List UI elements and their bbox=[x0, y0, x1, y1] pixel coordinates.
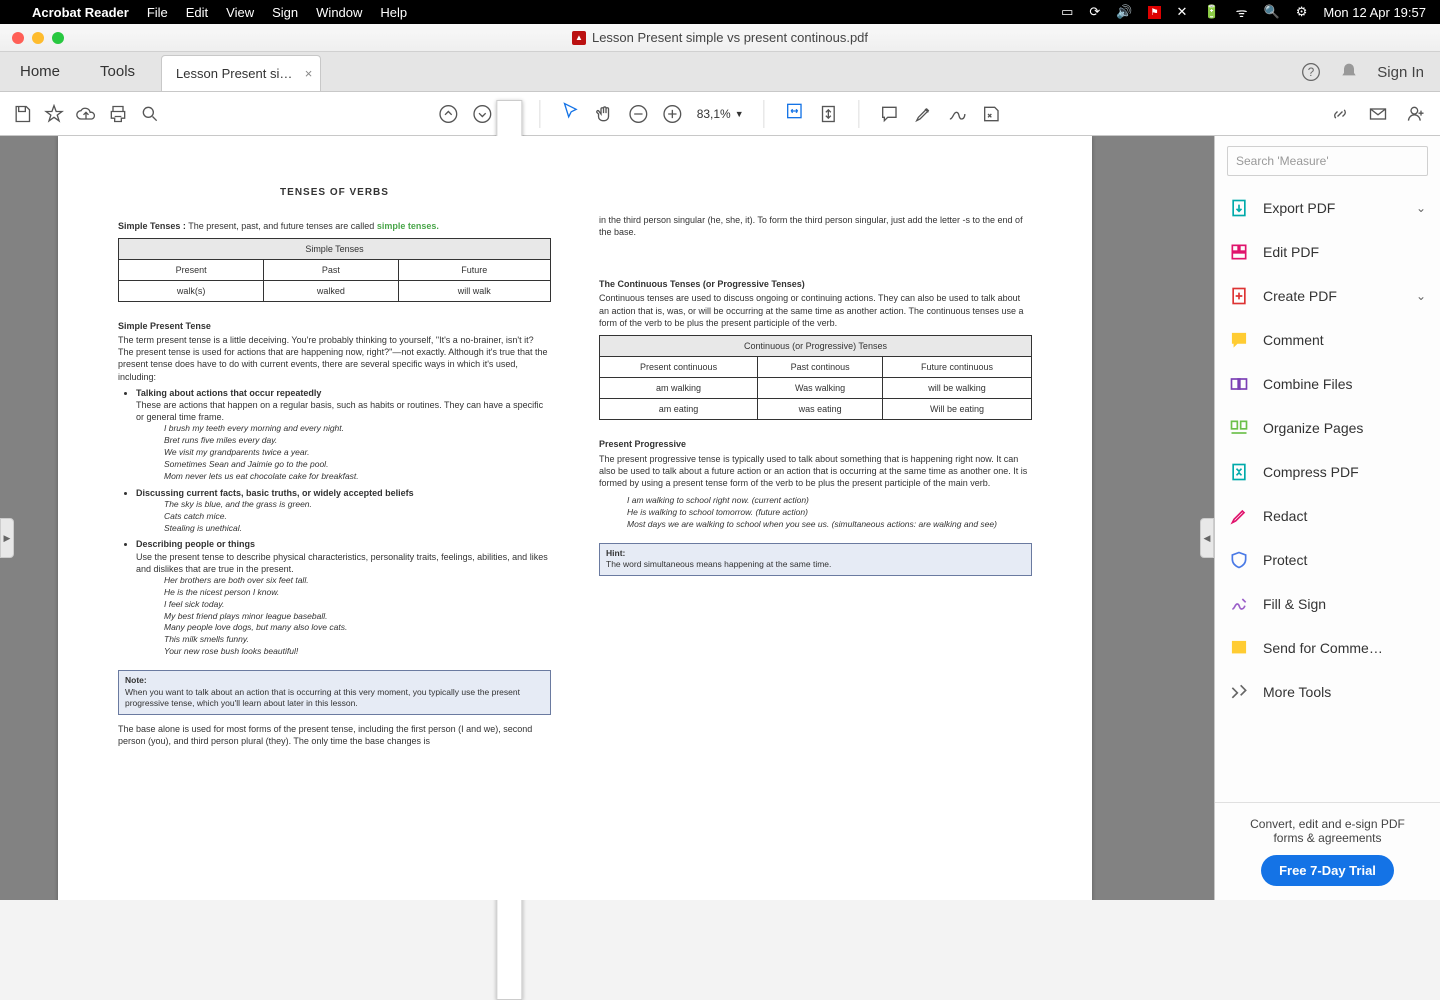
toolbar-separator bbox=[540, 100, 541, 128]
zoom-in-icon[interactable] bbox=[663, 104, 683, 124]
chevron-down-icon: ▼ bbox=[735, 109, 744, 119]
tool-compress-pdf[interactable]: Compress PDF bbox=[1215, 450, 1440, 494]
toolbar-separator bbox=[764, 100, 765, 128]
share-person-icon[interactable] bbox=[1406, 104, 1426, 124]
nav-home[interactable]: Home bbox=[0, 51, 80, 91]
menu-help[interactable]: Help bbox=[380, 5, 407, 20]
panel-toggle-left[interactable]: ▶ bbox=[0, 518, 14, 558]
status-volume-icon[interactable]: 🔊 bbox=[1116, 4, 1132, 20]
star-icon[interactable] bbox=[44, 104, 64, 124]
hand-tool-icon[interactable] bbox=[595, 104, 615, 124]
status-battery-icon[interactable]: 🔋 bbox=[1203, 4, 1219, 20]
status-wifi-icon[interactable]: ᯤ bbox=[1236, 3, 1248, 21]
tool-combine-files[interactable]: Combine Files bbox=[1215, 362, 1440, 406]
svg-text:?: ? bbox=[1308, 66, 1315, 79]
link-icon[interactable] bbox=[1330, 104, 1350, 124]
window-titlebar: ▲ Lesson Present simple vs present conti… bbox=[0, 24, 1440, 52]
tools-search-input[interactable]: Search 'Measure' bbox=[1227, 146, 1428, 176]
status-x-icon[interactable]: ✕ bbox=[1177, 4, 1188, 20]
menu-sign[interactable]: Sign bbox=[272, 5, 298, 20]
comment-icon[interactable] bbox=[880, 104, 900, 124]
bell-icon[interactable] bbox=[1339, 62, 1359, 82]
tool-redact[interactable]: Redact bbox=[1215, 494, 1440, 538]
app-name[interactable]: Acrobat Reader bbox=[32, 5, 129, 20]
tool-protect[interactable]: Protect bbox=[1215, 538, 1440, 582]
help-icon[interactable]: ? bbox=[1301, 62, 1321, 82]
signin-link[interactable]: Sign In bbox=[1377, 64, 1424, 81]
chevron-down-icon: ⌄ bbox=[1416, 201, 1426, 215]
page-down-icon[interactable] bbox=[472, 104, 492, 124]
status-search-icon[interactable]: 🔍 bbox=[1264, 4, 1280, 20]
tab-document[interactable]: Lesson Present si… × bbox=[161, 55, 321, 91]
print-icon[interactable] bbox=[108, 104, 128, 124]
status-flag-icon[interactable]: ⚑ bbox=[1148, 6, 1160, 19]
hint-box: Hint:The word simultaneous means happeni… bbox=[599, 543, 1032, 576]
status-display-icon[interactable]: ▭ bbox=[1061, 4, 1073, 20]
email-icon[interactable] bbox=[1368, 104, 1388, 124]
tab-bar: Home Tools Lesson Present si… × ? Sign I… bbox=[0, 52, 1440, 92]
continuous-tenses-table: Continuous (or Progressive) Tenses Prese… bbox=[599, 335, 1032, 421]
page-up-icon[interactable] bbox=[438, 104, 458, 124]
menu-view[interactable]: View bbox=[226, 5, 254, 20]
find-icon[interactable] bbox=[140, 104, 160, 124]
window-title: Lesson Present simple vs present contino… bbox=[592, 30, 868, 45]
mac-menu-bar: Acrobat Reader File Edit View Sign Windo… bbox=[0, 0, 1440, 24]
tools-panel: Search 'Measure' Export PDF⌄ Edit PDF Cr… bbox=[1214, 136, 1440, 900]
tab-document-label: Lesson Present si… bbox=[176, 66, 292, 81]
status-timemachine-icon[interactable]: ⟳ bbox=[1089, 4, 1100, 20]
cloud-upload-icon[interactable] bbox=[76, 104, 96, 124]
free-trial-button[interactable]: Free 7-Day Trial bbox=[1261, 855, 1394, 886]
toolbar-separator bbox=[859, 100, 860, 128]
zoom-out-icon[interactable] bbox=[629, 104, 649, 124]
tool-organize-pages[interactable]: Organize Pages bbox=[1215, 406, 1440, 450]
draw-icon[interactable] bbox=[948, 104, 968, 124]
panel-toggle-right[interactable]: ◀ bbox=[1200, 518, 1214, 558]
simple-tenses-table: Simple Tenses PresentPastFuture walk(s)w… bbox=[118, 238, 551, 302]
tool-comment[interactable]: Comment bbox=[1215, 318, 1440, 362]
tab-close-icon[interactable]: × bbox=[305, 66, 313, 81]
status-control-center-icon[interactable]: ⚙ bbox=[1296, 4, 1308, 20]
tool-send-for-comments[interactable]: Send for Comme… bbox=[1215, 626, 1440, 670]
doc-title: TENSES OF VERBS bbox=[118, 186, 551, 200]
fit-page-icon[interactable] bbox=[819, 104, 839, 124]
menu-file[interactable]: File bbox=[147, 5, 168, 20]
nav-tools[interactable]: Tools bbox=[80, 51, 155, 91]
pdf-file-icon: ▲ bbox=[572, 31, 586, 45]
select-tool-icon[interactable] bbox=[561, 101, 581, 121]
erase-icon[interactable] bbox=[982, 104, 1002, 124]
chevron-down-icon: ⌄ bbox=[1416, 289, 1426, 303]
menu-edit[interactable]: Edit bbox=[186, 5, 208, 20]
document-viewer[interactable]: ▶ ◀ TENSES OF VERBS Simple Tenses : The … bbox=[0, 136, 1214, 900]
tool-more-tools[interactable]: More Tools bbox=[1215, 670, 1440, 714]
save-icon[interactable] bbox=[12, 104, 32, 124]
pdf-page: TENSES OF VERBS Simple Tenses : The pres… bbox=[58, 136, 1092, 900]
menu-window[interactable]: Window bbox=[316, 5, 362, 20]
tool-edit-pdf[interactable]: Edit PDF bbox=[1215, 230, 1440, 274]
tool-export-pdf[interactable]: Export PDF⌄ bbox=[1215, 186, 1440, 230]
fit-width-icon[interactable] bbox=[785, 101, 805, 121]
tool-fill-sign[interactable]: Fill & Sign bbox=[1215, 582, 1440, 626]
highlight-icon[interactable] bbox=[914, 104, 934, 124]
panel-footer: Convert, edit and e-sign PDF forms & agr… bbox=[1215, 802, 1440, 900]
tool-create-pdf[interactable]: Create PDF⌄ bbox=[1215, 274, 1440, 318]
menu-clock[interactable]: Mon 12 Apr 19:57 bbox=[1323, 5, 1426, 20]
toolbar: / 1 83,1%▼ bbox=[0, 92, 1440, 136]
note-box: Note:When you want to talk about an acti… bbox=[118, 670, 551, 714]
zoom-dropdown[interactable]: 83,1%▼ bbox=[697, 107, 744, 121]
